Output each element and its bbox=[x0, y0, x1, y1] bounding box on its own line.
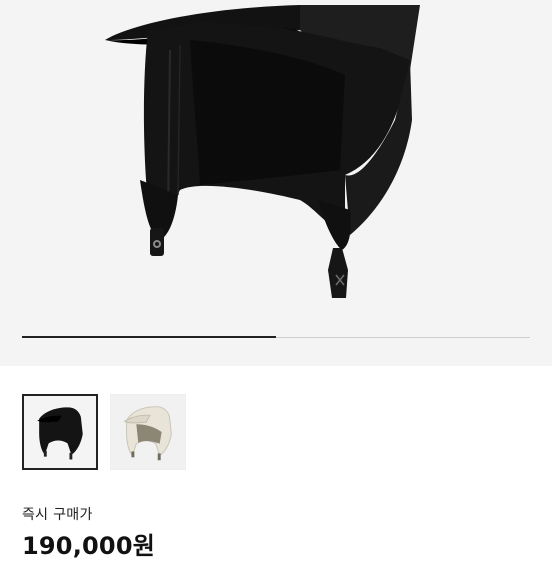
image-slide-progress bbox=[22, 336, 530, 338]
instant-buy-price-label: 즉시 구매가 bbox=[22, 507, 93, 523]
black-cap-thumbnail-image bbox=[37, 407, 83, 460]
ivory-cap-thumbnail-image bbox=[123, 406, 172, 461]
image-slide-progress-fill bbox=[22, 336, 276, 338]
instant-buy-price: 190,000원 bbox=[22, 532, 155, 560]
product-image-black-cap bbox=[105, 5, 420, 298]
thumbnail-black-cap[interactable] bbox=[22, 394, 98, 470]
thumbnail-ivory-cap[interactable] bbox=[110, 394, 186, 470]
product-image-carousel[interactable] bbox=[0, 0, 552, 366]
